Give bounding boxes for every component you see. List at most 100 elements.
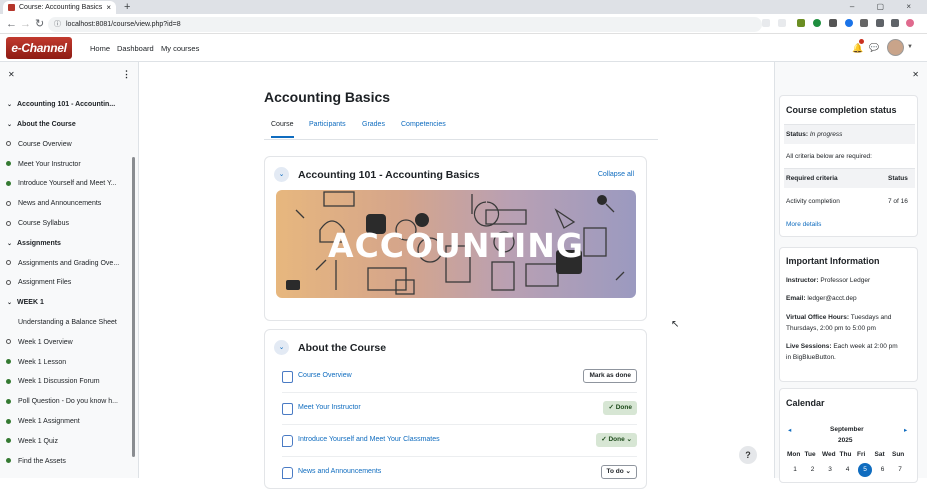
course-index-item[interactable]: Week 1 Assignment — [6, 418, 80, 425]
nav-dashboard-link[interactable]: Dashboard — [117, 44, 154, 53]
activity-link[interactable]: Introduce Yourself and Meet Your Classma… — [298, 436, 440, 443]
status-value: In progress — [809, 131, 843, 138]
chevron-down-icon: ⌄ — [7, 102, 13, 108]
side-panel-icon[interactable] — [891, 19, 899, 27]
completed-dot-icon — [6, 398, 11, 404]
completed-dot-icon — [6, 418, 11, 424]
course-index-section[interactable]: ⌄ Assignments — [7, 240, 61, 247]
tab-course[interactable]: Course — [271, 121, 294, 138]
extension-icon[interactable] — [829, 19, 837, 27]
calendar-today[interactable]: 5 — [858, 463, 872, 477]
more-details-link[interactable]: More details — [786, 221, 821, 228]
notification-bell-icon[interactable]: 🔔 — [852, 43, 863, 54]
browser-tab-strip: Course: Accounting Basics × + – ▢ × — [0, 0, 927, 14]
activity-meet-instructor[interactable]: Meet Your Instructor ✓ Done — [282, 400, 637, 420]
extensions-puzzle-icon[interactable] — [876, 19, 884, 27]
nav-my-courses-link[interactable]: My courses — [161, 44, 199, 53]
course-index-item[interactable]: Assignment Files — [6, 279, 71, 286]
criteria-row-label: Activity completion — [786, 198, 840, 205]
section-title: About the Course — [298, 342, 387, 354]
close-tab-icon[interactable]: × — [106, 1, 111, 14]
incomplete-circle-icon — [6, 141, 11, 147]
scrollbar[interactable] — [132, 157, 135, 457]
browser-tab[interactable]: Course: Accounting Basics × — [3, 1, 116, 14]
calendar-day[interactable]: 4 — [841, 466, 855, 473]
course-index-item[interactable]: Poll Question - Do you know h... — [6, 398, 118, 405]
calendar-day[interactable]: 1 — [788, 466, 802, 473]
course-index-item[interactable]: Week 1 Quiz — [6, 438, 58, 445]
collapse-section-icon[interactable]: ⌄ — [274, 167, 289, 182]
course-index-item[interactable]: Understanding a Balance Sheet — [6, 319, 117, 326]
bookmark-star-icon[interactable] — [778, 19, 786, 27]
previous-month-icon[interactable]: ◂ — [788, 426, 791, 434]
no-status-icon — [6, 320, 11, 325]
course-index-item[interactable]: Meet Your Instructor — [6, 161, 81, 168]
activity-link[interactable]: News and Announcements — [298, 468, 381, 475]
chevron-down-icon: ⌄ — [7, 122, 13, 128]
forum-icon — [282, 435, 293, 447]
completed-dot-icon — [6, 161, 11, 167]
mark-as-done-button[interactable]: Mark as done — [583, 369, 637, 383]
site-navbar: e-Channel Home Dashboard My courses 🔔 💬 … — [0, 34, 927, 62]
new-tab-icon[interactable]: + — [124, 0, 130, 14]
site-logo[interactable]: e-Channel — [6, 37, 72, 59]
calendar-day[interactable]: 2 — [806, 466, 820, 473]
to-do-dropdown-button[interactable]: To do ⌄ — [600, 465, 637, 479]
course-index-item[interactable]: Introduce Yourself and Meet Y... — [6, 180, 117, 187]
tab-participants[interactable]: Participants — [309, 121, 346, 128]
tab-competencies[interactable]: Competencies — [401, 121, 446, 128]
activity-link[interactable]: Course Overview — [298, 372, 352, 379]
course-index-drawer: ✕ ⋮ ⌄ Accounting 101 - Accountin... ⌄ Abou… — [0, 62, 139, 478]
close-drawer-icon[interactable]: ✕ — [912, 70, 919, 79]
activity-course-overview[interactable]: Course Overview Mark as done — [282, 368, 637, 388]
done-button[interactable]: ✓ Done — [603, 401, 637, 415]
nav-home-link[interactable]: Home — [90, 44, 110, 53]
page-icon — [282, 403, 293, 415]
course-index-section[interactable]: ⌄ WEEK 1 — [7, 299, 44, 306]
chevron-down-icon: ⌄ — [7, 240, 13, 247]
chevron-down-icon[interactable]: ▼ — [907, 44, 913, 50]
address-bar[interactable]: ⓘ localhost:8081/course/view.php?id=8 — [48, 17, 762, 32]
calendar-day[interactable]: 6 — [876, 466, 890, 473]
calendar-day[interactable]: 3 — [823, 466, 837, 473]
extension-check-icon[interactable] — [813, 19, 821, 27]
course-index-section[interactable]: ⌄ About the Course — [7, 121, 76, 128]
course-index-item[interactable]: Find the Assets — [6, 458, 66, 465]
tab-grades[interactable]: Grades — [362, 121, 385, 128]
window-controls[interactable]: – ▢ × — [850, 0, 921, 14]
calendar-weekday: Sun — [892, 451, 905, 458]
site-info-icon[interactable]: ⓘ — [54, 17, 61, 32]
more-options-icon[interactable]: ⋮ — [122, 69, 131, 80]
course-index-item[interactable]: Week 1 Overview — [6, 339, 73, 346]
help-button[interactable]: ? — [739, 446, 757, 464]
calendar-day[interactable]: 7 — [893, 466, 907, 473]
criteria-column-header: Required criteria — [786, 175, 838, 182]
course-index-item[interactable]: Course Overview — [6, 141, 72, 148]
course-index-title[interactable]: ⌄ Accounting 101 - Accountin... — [7, 101, 115, 108]
forward-icon[interactable]: → — [20, 17, 31, 31]
course-tabs: Course Participants Grades Competencies — [264, 121, 658, 140]
profile-icon[interactable] — [906, 19, 914, 27]
activity-introduce-yourself[interactable]: Introduce Yourself and Meet Your Classma… — [282, 432, 637, 452]
extension-z-icon[interactable] — [845, 19, 853, 27]
done-dropdown-button[interactable]: ✓ Done ⌄ — [596, 433, 637, 447]
incomplete-circle-icon — [6, 339, 11, 345]
collapse-all-link[interactable]: Collapse all — [598, 171, 634, 178]
extension-icon[interactable] — [797, 19, 805, 27]
extension-icon[interactable] — [860, 19, 868, 27]
course-index-item[interactable]: Week 1 Discussion Forum — [6, 378, 100, 385]
reload-icon[interactable]: ↻ — [35, 17, 44, 31]
course-index-item[interactable]: Assignments and Grading Ove... — [6, 260, 119, 267]
back-icon[interactable]: ← — [6, 17, 17, 31]
next-month-icon[interactable]: ▸ — [904, 426, 907, 434]
activity-link[interactable]: Meet Your Instructor — [298, 404, 361, 411]
user-avatar[interactable] — [887, 39, 904, 56]
close-drawer-icon[interactable]: ✕ — [8, 70, 15, 79]
course-index-item[interactable]: Course Syllabus — [6, 220, 69, 227]
share-icon[interactable] — [762, 19, 770, 27]
messages-icon[interactable]: 💬 — [869, 43, 879, 52]
course-index-item[interactable]: Week 1 Lesson — [6, 359, 66, 366]
activity-news-announcements[interactable]: News and Announcements To do ⌄ — [282, 464, 637, 484]
course-index-item[interactable]: News and Announcements — [6, 200, 101, 207]
collapse-section-icon[interactable]: ⌄ — [274, 340, 289, 355]
